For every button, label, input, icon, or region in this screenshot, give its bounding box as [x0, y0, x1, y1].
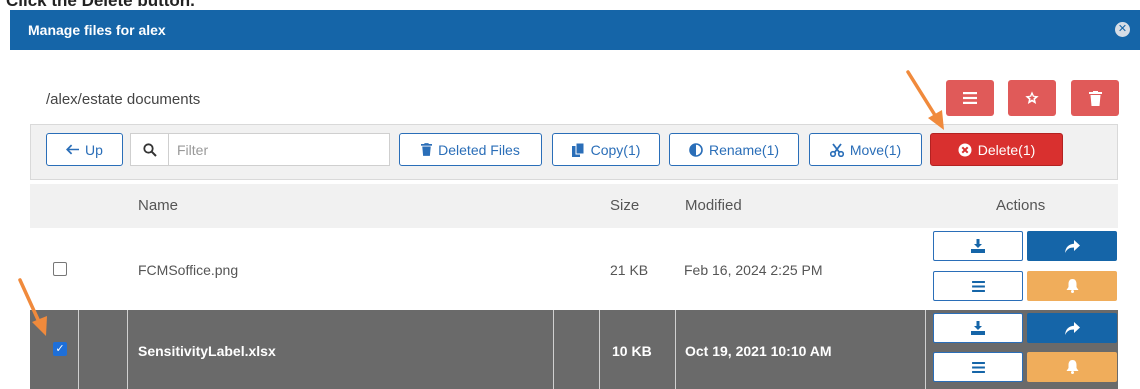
notify-button[interactable]	[1027, 271, 1117, 301]
deleted-files-button[interactable]: Deleted Files	[399, 133, 542, 166]
file-modified: Feb 16, 2024 2:25 PM	[684, 262, 823, 278]
filter-box	[130, 133, 390, 166]
details-button[interactable]	[933, 271, 1023, 301]
annotation-arrow-checkbox	[18, 278, 47, 336]
column-divider	[599, 310, 600, 389]
delete-button[interactable]: Delete(1)	[930, 133, 1063, 166]
share-icon	[1064, 239, 1080, 253]
column-divider	[553, 310, 554, 389]
column-divider	[925, 310, 926, 389]
up-button[interactable]: Up	[46, 133, 123, 166]
column-modified[interactable]: Modified	[685, 197, 742, 214]
file-size: 10 KB	[612, 343, 652, 359]
download-icon	[971, 239, 985, 253]
list-icon	[971, 361, 985, 373]
trash-button[interactable]	[1071, 80, 1119, 116]
bell-icon	[1066, 279, 1078, 293]
filter-input[interactable]	[177, 139, 377, 160]
rename-button[interactable]: Rename(1)	[669, 133, 799, 166]
row-checkbox-checked[interactable]: ✓	[53, 342, 67, 356]
star-icon	[1025, 91, 1039, 104]
share-icon	[1064, 321, 1080, 335]
up-button-label: Up	[85, 141, 103, 158]
list-icon	[971, 280, 985, 292]
menu-button[interactable]	[946, 80, 994, 116]
column-name[interactable]: Name	[138, 197, 178, 214]
annotation-arrow-delete	[906, 70, 944, 130]
share-button[interactable]	[1027, 313, 1117, 343]
copy-button[interactable]: Copy(1)	[552, 133, 660, 166]
copy-label: Copy(1)	[590, 141, 641, 158]
rename-label: Rename(1)	[708, 141, 780, 158]
table-row-selected[interactable]: ✓ SensitivityLabel.xlsx 10 KB Oct 19, 20…	[30, 310, 1118, 389]
share-button[interactable]	[1027, 231, 1117, 261]
current-path: /alex/estate documents	[46, 91, 201, 108]
file-size: 21 KB	[610, 262, 649, 278]
move-label: Move(1)	[849, 141, 902, 158]
copy-icon	[571, 142, 585, 157]
column-size[interactable]: Size	[610, 197, 639, 214]
download-icon	[971, 321, 985, 335]
arrow-left-icon	[66, 144, 80, 155]
close-circle-icon	[958, 143, 972, 157]
file-name[interactable]: FCMSoffice.png	[138, 262, 238, 278]
screenshot-root: Click the Delete button. Manage files fo…	[0, 0, 1140, 389]
details-button[interactable]	[933, 352, 1023, 382]
close-icon[interactable]: ✕	[1115, 22, 1130, 37]
adjust-icon	[689, 142, 703, 157]
bell-icon	[1066, 360, 1078, 374]
deleted-files-label: Deleted Files	[438, 141, 520, 158]
column-actions: Actions	[996, 197, 1046, 214]
column-divider	[78, 310, 79, 389]
table-row[interactable]: FCMSoffice.png 21 KB Feb 16, 2024 2:25 P…	[30, 228, 1118, 310]
delete-label: Delete(1)	[977, 141, 1036, 158]
list-icon	[963, 92, 977, 104]
trash-icon	[1088, 90, 1102, 106]
favorite-button[interactable]	[1008, 80, 1056, 116]
search-icon	[131, 134, 169, 165]
dialog-title: Manage files for alex	[28, 22, 166, 38]
scissors-icon	[829, 142, 844, 157]
row-checkbox[interactable]	[53, 262, 67, 276]
table-header: Name Size Modified Actions	[30, 184, 1118, 228]
column-divider	[675, 310, 676, 389]
download-button[interactable]	[933, 313, 1023, 343]
download-button[interactable]	[933, 231, 1023, 261]
notify-button[interactable]	[1027, 352, 1117, 382]
trash-icon	[421, 143, 433, 156]
file-name[interactable]: SensitivityLabel.xlsx	[138, 343, 276, 359]
move-button[interactable]: Move(1)	[809, 133, 922, 166]
file-modified: Oct 19, 2021 10:10 AM	[685, 343, 832, 359]
dialog-title-bar: Manage files for alex ✕	[10, 10, 1140, 50]
column-divider	[127, 310, 128, 389]
